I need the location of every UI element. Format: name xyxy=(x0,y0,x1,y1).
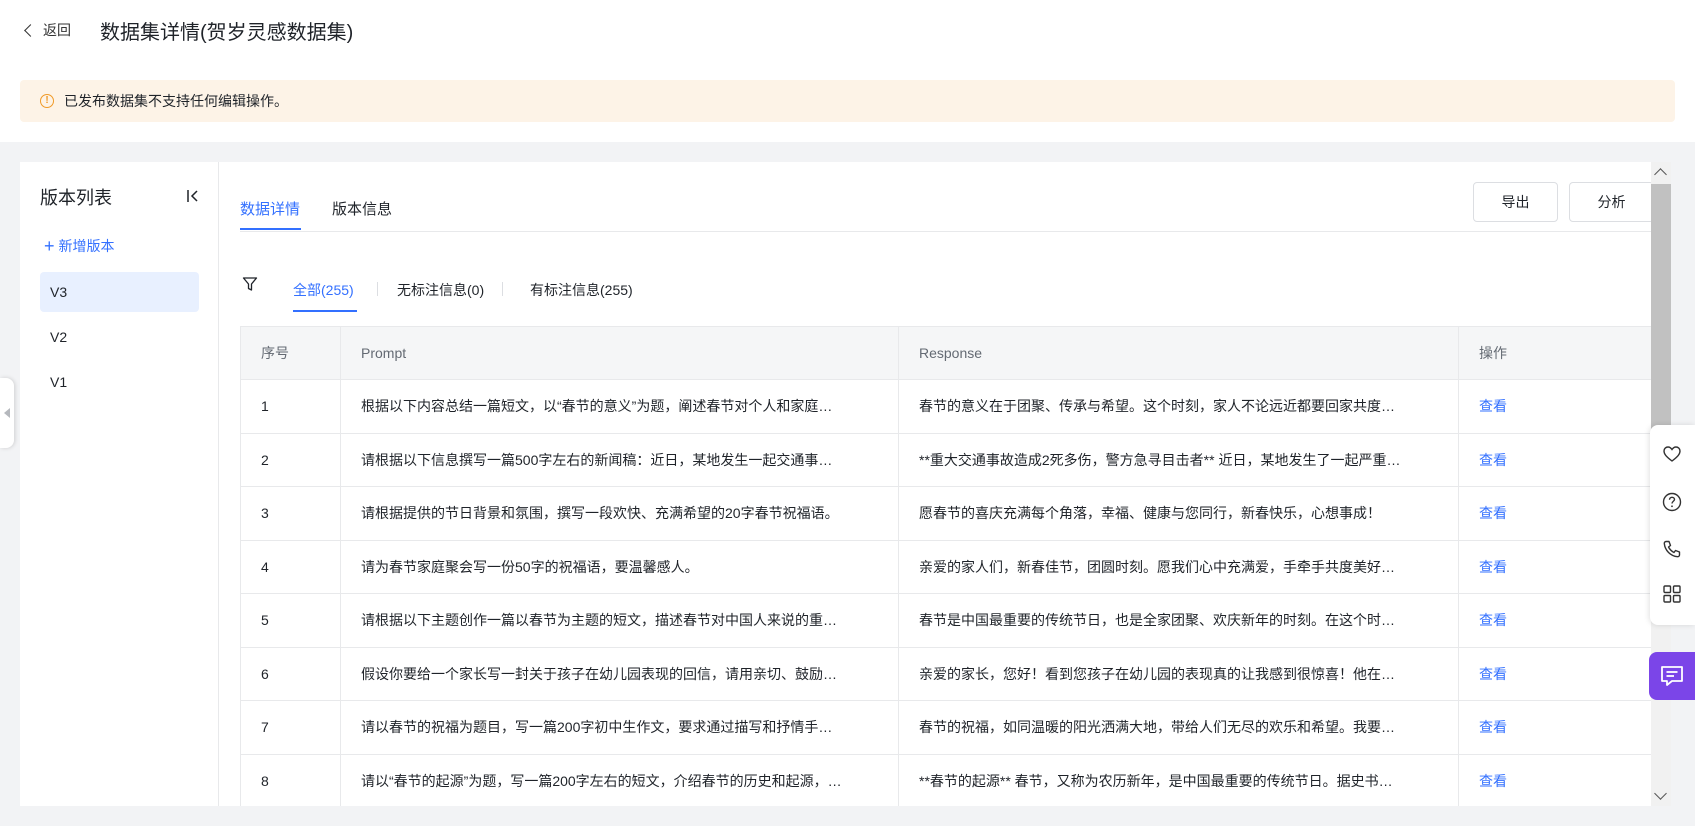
cell-prompt: 请以春节的祝福为题目，写一篇200字初中生作文，要求通过描写和抒情手… xyxy=(340,700,899,755)
page-header: 返回 数据集详情(贺岁灵感数据集) ! 已发布数据集不支持任何编辑操作。 xyxy=(0,0,1695,142)
tabs-divider xyxy=(240,231,1653,232)
help-icon[interactable] xyxy=(1661,491,1683,513)
notice-banner: ! 已发布数据集不支持任何编辑操作。 xyxy=(20,80,1675,122)
filter-icon[interactable] xyxy=(242,276,258,292)
notice-text: 已发布数据集不支持任何编辑操作。 xyxy=(64,93,288,109)
left-panel-handle[interactable] xyxy=(0,378,14,448)
cell-index: 5 xyxy=(240,593,341,648)
filter-labeled[interactable]: 有标注信息(255) xyxy=(530,280,633,300)
export-button[interactable]: 导出 xyxy=(1473,182,1558,222)
cell-response: **重大交通事故造成2死多伤，警方急寻目击者** 近日，某地发生了一起严重… xyxy=(898,432,1459,487)
chat-button[interactable] xyxy=(1649,652,1695,700)
apps-grid-icon[interactable] xyxy=(1661,583,1683,605)
column-header-prompt: Prompt xyxy=(340,326,899,380)
cell-response: **春节的起源** 春节，又称为农历新年，是中国最重要的传统节日。据史书… xyxy=(898,753,1459,806)
table-row: 6 假设你要给一个家长写一封关于孩子在幼儿园表现的回信，请用亲切、鼓励… 亲爱的… xyxy=(240,646,1653,701)
version-label: V2 xyxy=(50,329,68,345)
table-row: 2 请根据以下信息撰写一篇500字左右的新闻稿：近日，某地发生一起交通事… **… xyxy=(240,432,1653,487)
tab-data-details[interactable]: 数据详情 xyxy=(240,198,300,219)
view-link[interactable]: 查看 xyxy=(1458,700,1653,755)
back-button[interactable]: 返回 xyxy=(24,20,71,40)
filter-all[interactable]: 全部(255) xyxy=(293,280,354,300)
collapse-sidebar-icon[interactable] xyxy=(186,189,200,203)
dataset-card: 版本列表 + 新增版本 V3 V2 V1 数据详情 版本信息 导出 分析 全部(… xyxy=(20,162,1653,806)
back-label: 返回 xyxy=(43,22,71,38)
cell-prompt: 请根据以下主题创作一篇以春节为主题的短文，描述春节对中国人来说的重… xyxy=(340,593,899,648)
cell-prompt: 请以“春节的起源”为题，写一篇200字左右的短文，介绍春节的历史和起源，… xyxy=(340,753,899,806)
active-tab-indicator xyxy=(240,228,301,230)
caret-left-icon xyxy=(4,408,10,418)
view-link[interactable]: 查看 xyxy=(1458,593,1653,648)
sidebar-title: 版本列表 xyxy=(40,188,112,208)
cell-index: 7 xyxy=(240,700,341,755)
data-table: 序号 Prompt Response 操作 1 根据以下内容总结一篇短文，以“春… xyxy=(240,326,1653,806)
table-row: 1 根据以下内容总结一篇短文，以“春节的意义”为题，阐述春节对个人和家庭… 春节… xyxy=(240,379,1653,434)
warning-circle-icon: ! xyxy=(40,94,54,108)
add-version-label: 新增版本 xyxy=(58,238,115,254)
version-item-v3[interactable]: V3 xyxy=(40,272,199,312)
table-row: 7 请以春节的祝福为题目，写一篇200字初中生作文，要求通过描写和抒情手… 春节… xyxy=(240,700,1653,755)
view-link[interactable]: 查看 xyxy=(1458,646,1653,701)
column-header-response: Response xyxy=(898,326,1459,380)
cell-index: 3 xyxy=(240,486,341,541)
cell-index: 8 xyxy=(240,753,341,806)
view-link[interactable]: 查看 xyxy=(1458,539,1653,594)
chevron-left-icon xyxy=(24,23,37,37)
version-label: V3 xyxy=(50,284,68,300)
cell-response: 春节的意义在于团聚、传承与希望。这个时刻，家人不论远近都要回家共度… xyxy=(898,379,1459,434)
floating-toolbar xyxy=(1650,425,1695,625)
filter-divider xyxy=(502,282,503,296)
table-row: 8 请以“春节的起源”为题，写一篇200字左右的短文，介绍春节的历史和起源，… … xyxy=(240,753,1653,806)
scroll-up-arrow-icon[interactable] xyxy=(1654,168,1667,181)
table-row: 3 请根据提供的节日背景和氛围，撰写一段欢快、充满希望的20字春节祝福语。 愿春… xyxy=(240,486,1653,541)
table-row: 5 请根据以下主题创作一篇以春节为主题的短文，描述春节对中国人来说的重… 春节是… xyxy=(240,593,1653,648)
active-filter-indicator xyxy=(293,310,357,312)
tab-version-info[interactable]: 版本信息 xyxy=(332,198,392,219)
table-header-row: 序号 Prompt Response 操作 xyxy=(240,326,1653,380)
view-link[interactable]: 查看 xyxy=(1458,432,1653,487)
cell-prompt: 请为春节家庭聚会写一份50字的祝福语，要温馨感人。 xyxy=(340,539,899,594)
heart-icon[interactable] xyxy=(1661,443,1683,465)
plus-icon: + xyxy=(44,236,55,256)
page-title: 数据集详情(贺岁灵感数据集) xyxy=(100,22,354,44)
version-item-v1[interactable]: V1 xyxy=(40,362,199,402)
version-sidebar: 版本列表 + 新增版本 V3 V2 V1 xyxy=(20,162,219,806)
cell-index: 1 xyxy=(240,379,341,434)
filter-unlabeled[interactable]: 无标注信息(0) xyxy=(397,280,484,300)
view-link[interactable]: 查看 xyxy=(1458,486,1653,541)
cell-prompt: 根据以下内容总结一篇短文，以“春节的意义”为题，阐述春节对个人和家庭… xyxy=(340,379,899,434)
main-panel: 数据详情 版本信息 导出 分析 全部(255) 无标注信息(0) 有标注信息(2… xyxy=(220,162,1653,806)
cell-index: 4 xyxy=(240,539,341,594)
version-item-v2[interactable]: V2 xyxy=(40,317,199,357)
cell-prompt: 请根据提供的节日背景和氛围，撰写一段欢快、充满希望的20字春节祝福语。 xyxy=(340,486,899,541)
view-link[interactable]: 查看 xyxy=(1458,753,1653,806)
cell-response: 春节的祝福，如同温暖的阳光洒满大地，带给人们无尽的欢乐和希望。我要… xyxy=(898,700,1459,755)
view-link[interactable]: 查看 xyxy=(1458,379,1653,434)
analyze-button[interactable]: 分析 xyxy=(1569,182,1653,222)
cell-prompt: 假设你要给一个家长写一封关于孩子在幼儿园表现的回信，请用亲切、鼓励… xyxy=(340,646,899,701)
chat-icon xyxy=(1661,666,1683,686)
scroll-down-arrow-icon[interactable] xyxy=(1654,787,1667,800)
cell-prompt: 请根据以下信息撰写一篇500字左右的新闻稿：近日，某地发生一起交通事… xyxy=(340,432,899,487)
filter-divider xyxy=(377,282,378,296)
cell-response: 愿春节的喜庆充满每个角落，幸福、健康与您同行，新春快乐，心想事成！ xyxy=(898,486,1459,541)
phone-icon[interactable] xyxy=(1661,538,1683,560)
add-version-button[interactable]: + 新增版本 xyxy=(44,236,115,256)
cell-response: 亲爱的家长，您好！看到您孩子在幼儿园的表现真的让我感到很惊喜！他在… xyxy=(898,646,1459,701)
cell-index: 6 xyxy=(240,646,341,701)
column-header-action: 操作 xyxy=(1458,326,1653,380)
column-header-index: 序号 xyxy=(240,326,341,380)
cell-index: 2 xyxy=(240,432,341,487)
table-row: 4 请为春节家庭聚会写一份50字的祝福语，要温馨感人。 亲爱的家人们，新春佳节，… xyxy=(240,539,1653,594)
version-label: V1 xyxy=(50,374,68,390)
cell-response: 亲爱的家人们，新春佳节，团圆时刻。愿我们心中充满爱，手牵手共度美好… xyxy=(898,539,1459,594)
cell-response: 春节是中国最重要的传统节日，也是全家团聚、欢庆新年的时刻。在这个时… xyxy=(898,593,1459,648)
